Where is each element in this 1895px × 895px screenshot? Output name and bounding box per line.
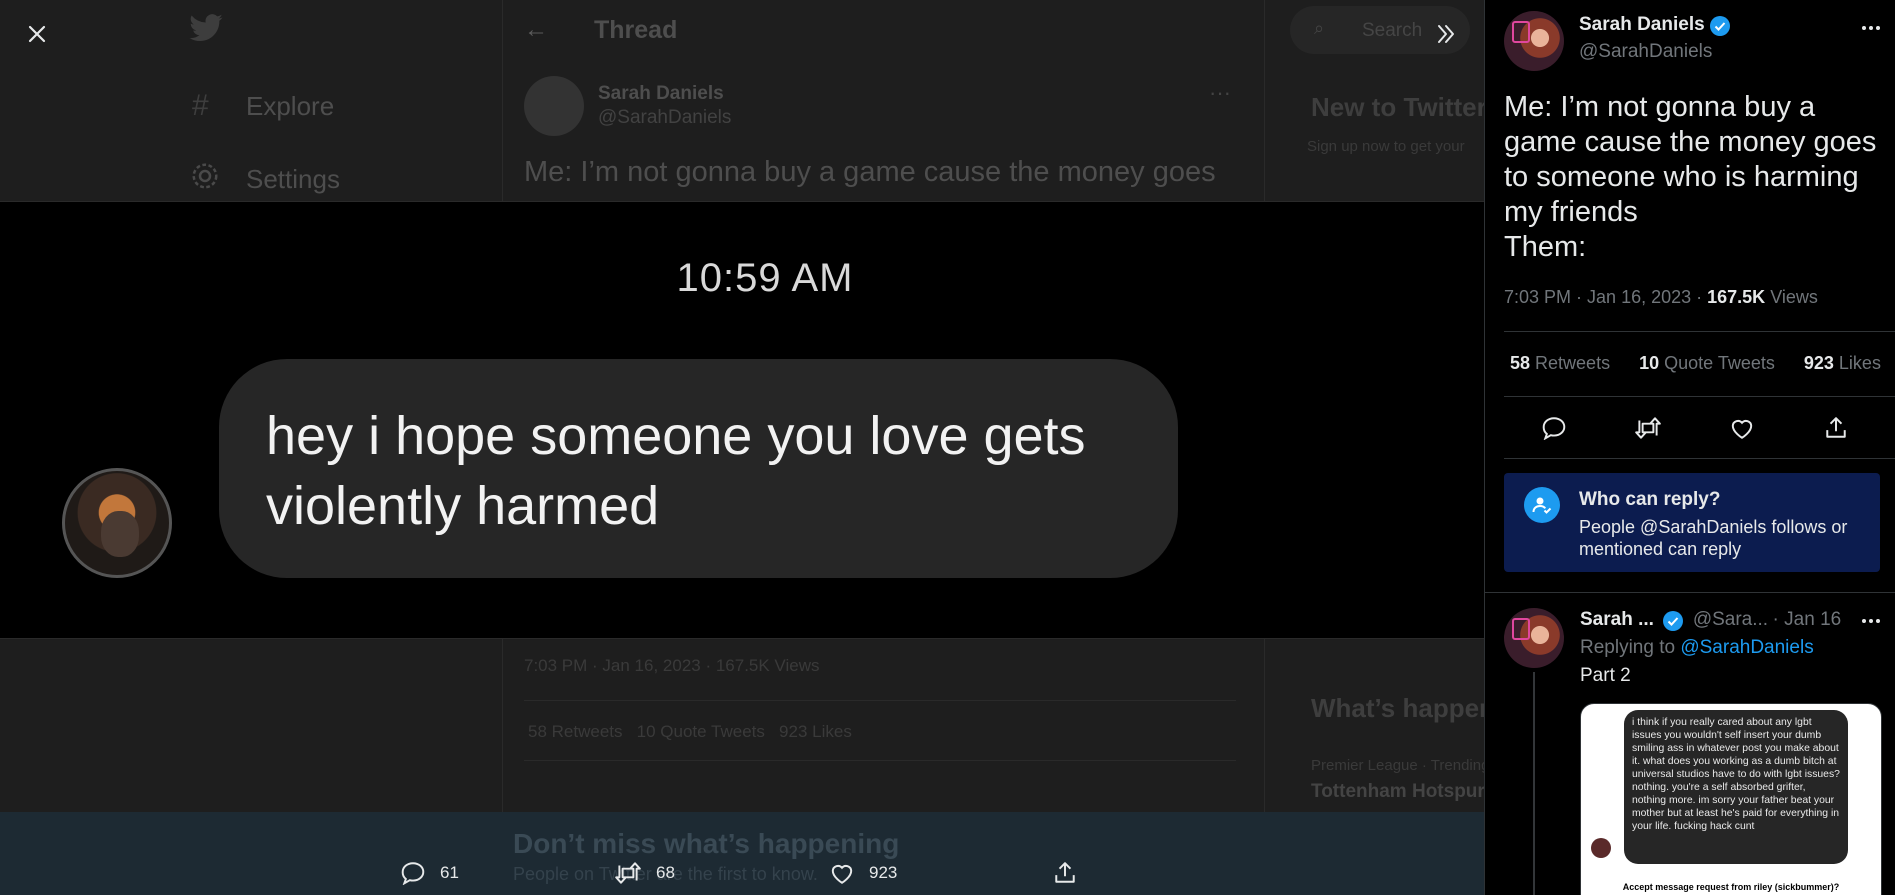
trend-meta: Premier League · Trending — [1311, 757, 1484, 774]
verified-icon — [1663, 610, 1684, 631]
media-share-button[interactable] — [1053, 855, 1077, 891]
reply-icon — [401, 862, 425, 885]
nav-explore[interactable]: Explore — [246, 91, 334, 122]
retweets-stat[interactable]: 58 Retweets — [1510, 353, 1610, 373]
more-icon[interactable] — [1862, 619, 1880, 623]
search-icon: ⌕ — [1314, 18, 1325, 38]
media-retweet-count: 68 — [656, 863, 675, 882]
replying-to-link[interactable]: @SarahDaniels — [1680, 637, 1813, 658]
reply-button[interactable] — [1534, 408, 1574, 448]
divider — [1504, 458, 1895, 459]
tweet-date[interactable]: Jan 16, 2023 — [1587, 287, 1691, 307]
close-button[interactable] — [20, 17, 54, 51]
bg-tweet-meta: 7:03 PM · Jan 16, 2023 · 167.5K Views — [524, 656, 820, 675]
tweet-time[interactable]: 7:03 PM — [1504, 287, 1571, 307]
tweet-detail-panel: Sarah Daniels @SarahDaniels Me: I’m not … — [1484, 0, 1895, 895]
new-to-twitter-title: New to Twitter? — [1311, 92, 1484, 122]
more-icon[interactable] — [1862, 26, 1880, 30]
twitter-logo-icon — [189, 14, 223, 42]
share-button[interactable] — [1816, 408, 1856, 448]
tweet-action-bar — [1504, 408, 1880, 448]
reply-author-avatar[interactable] — [1504, 608, 1564, 668]
settings-icon — [192, 163, 218, 189]
author-avatar[interactable] — [1504, 11, 1564, 71]
close-icon — [28, 25, 46, 43]
retweet-button[interactable] — [1628, 408, 1668, 448]
media-reply-button[interactable]: 61 — [400, 855, 459, 891]
avatar[interactable] — [524, 76, 584, 136]
retweet-icon — [1635, 417, 1661, 439]
bg-tweet-text: Me: I’m not gonna buy a game cause the m… — [524, 156, 1216, 188]
tweet-stats: 58 Retweets 10 Quote Tweets 923 Likes — [1510, 353, 1881, 374]
views-count: 167.5K — [1707, 287, 1766, 307]
nav-settings[interactable]: Settings — [246, 164, 340, 195]
share-icon — [1055, 862, 1075, 883]
author-name[interactable]: Sarah Daniels — [1579, 14, 1705, 35]
reply-icon — [1542, 417, 1566, 440]
divider — [1504, 331, 1895, 332]
divider — [524, 700, 1236, 701]
sender-avatar — [62, 468, 172, 578]
author-name-row: Sarah Daniels — [1579, 14, 1731, 37]
reply-date[interactable]: · Jan 16 — [1773, 609, 1842, 630]
divider — [1504, 396, 1895, 397]
media-action-bar: 61 68 923 — [0, 855, 1484, 895]
retweet-icon — [615, 862, 641, 884]
reply-image[interactable]: i think if you really cared about any lg… — [1580, 703, 1882, 895]
reply-image-avatar — [1591, 838, 1611, 858]
expand-icon — [1438, 25, 1454, 43]
thread-title: Thread — [594, 16, 678, 44]
hash-icon: # — [192, 89, 209, 122]
media-retweet-button[interactable]: 68 — [614, 855, 675, 891]
like-icon — [831, 864, 853, 884]
whats-happening-title: What’s happening — [1311, 693, 1484, 723]
back-arrow-icon[interactable]: ← — [524, 16, 548, 44]
share-icon — [1826, 417, 1846, 438]
tweet-text-line: Me: I’m not gonna buy a — [1504, 91, 1816, 123]
tweet-text-line: my friends — [1504, 196, 1638, 228]
tweet-meta: 7:03 PM · Jan 16, 2023 · 167.5K Views — [1504, 287, 1818, 307]
views-label: Views — [1770, 287, 1818, 307]
expand-button[interactable] — [1429, 17, 1463, 51]
author-handle[interactable]: @SarahDaniels — [1579, 41, 1712, 63]
trend-name[interactable]: Tottenham Hotspur — [1311, 781, 1484, 803]
divider — [1485, 592, 1895, 593]
reply-image-dm-text: i think if you really cared about any lg… — [1624, 710, 1848, 864]
person-check-icon — [1524, 487, 1560, 523]
reply-image-footer: Accept message request from riley (sickb… — [1622, 882, 1840, 892]
divider — [524, 760, 1236, 761]
media-like-button[interactable]: 923 — [829, 855, 897, 891]
likes-stat[interactable]: 923 Likes — [1804, 353, 1881, 373]
tweet-text-line: to someone who is harming — [1504, 161, 1859, 193]
who-can-reply-desc: People @SarahDaniels follows or mentione… — [1579, 517, 1848, 559]
reply-text: Part 2 — [1580, 665, 1631, 686]
like-icon — [1731, 419, 1753, 439]
more-icon[interactable]: ··· — [1209, 80, 1231, 106]
media-image: 10:59 AM hey i hope someone you love get… — [0, 201, 1484, 639]
like-button[interactable] — [1722, 408, 1762, 448]
media-reply-count: 61 — [440, 863, 459, 882]
reply-author-name[interactable]: Sarah ... — [1580, 609, 1654, 630]
tweet-text-line: game cause the money goes — [1504, 126, 1877, 158]
verified-icon — [1710, 15, 1731, 36]
tweet-text-line: Them: — [1504, 231, 1587, 263]
bg-author-name: Sarah Daniels — [598, 83, 724, 104]
quotes-stat[interactable]: 10 Quote Tweets — [1639, 353, 1775, 373]
bg-tweet-stats: 58 Retweets 10 Quote Tweets 923 Likes — [528, 722, 852, 741]
message-bubble: hey i hope someone you love gets violent… — [219, 359, 1178, 578]
reply-header: Sarah ... @Sara... · Jan 16 — [1580, 609, 1841, 632]
bg-author-handle: @SarahDaniels — [598, 107, 732, 128]
thread-line — [1533, 672, 1535, 895]
replying-to: Replying to @SarahDaniels — [1580, 637, 1814, 658]
reply-author-handle[interactable]: @Sara... — [1693, 609, 1768, 630]
message-time: 10:59 AM — [676, 256, 854, 300]
who-can-reply-title: Who can reply? — [1579, 489, 1721, 510]
media-like-count: 923 — [869, 863, 898, 882]
who-can-reply-notice: Who can reply? People @SarahDaniels foll… — [1504, 473, 1880, 572]
tweet-text: Me: I’m not gonna buy a game cause the m… — [1504, 90, 1884, 265]
new-to-twitter-desc: Sign up now to get your — [1307, 138, 1465, 155]
